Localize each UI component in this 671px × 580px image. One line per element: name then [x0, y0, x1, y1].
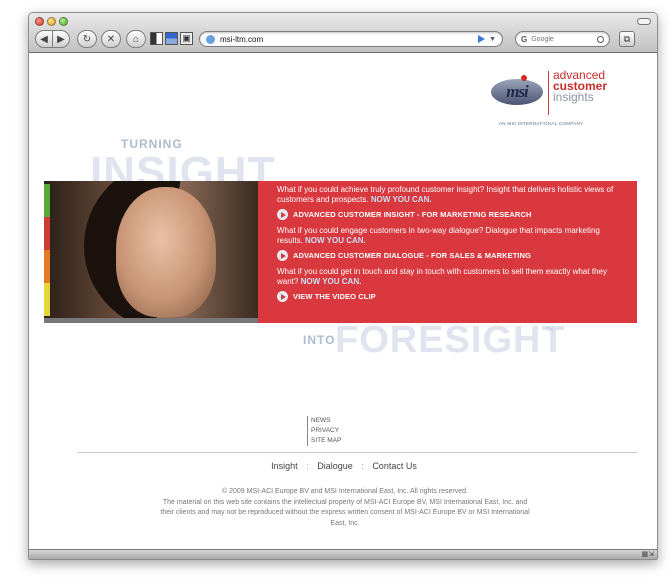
url-text[interactable]: msi-ltm.com: [220, 35, 478, 44]
now-you-can-cta: NOW YOU CAN.: [370, 195, 432, 204]
status-bar: ▦⇲: [29, 549, 657, 559]
dialogue-link[interactable]: ADVANCED CUSTOMER DIALOGUE - FOR SALES &…: [277, 250, 627, 261]
reload-icon: ↻: [82, 33, 92, 45]
color-strips: [44, 184, 50, 316]
site-favicon-icon: [206, 34, 215, 44]
add-bookmark-button[interactable]: ⧉: [619, 31, 635, 47]
woman-portrait-photo: [44, 181, 258, 323]
hero-into-label: INTO: [303, 333, 336, 347]
forward-button[interactable]: ▶: [52, 30, 70, 48]
dialogue-link-label[interactable]: ADVANCED CUSTOMER DIALOGUE - FOR SALES &…: [293, 251, 531, 261]
copyright-line: © 2009 MSI-ACI Europe BV and MSI Interna…: [222, 488, 468, 495]
strip-green: [44, 184, 50, 217]
zoom-window-button[interactable]: [59, 17, 68, 26]
close-window-button[interactable]: [35, 17, 44, 26]
utility-links: NEWS PRIVACY SITE MAP: [307, 416, 341, 446]
strip-yellow: [44, 283, 50, 316]
home-icon: ⌂: [132, 33, 140, 45]
forward-arrow-icon: ▶: [57, 33, 65, 45]
arrow-right-icon: [277, 250, 288, 261]
banner-text-panel: What if you could achieve truly profound…: [258, 181, 637, 323]
hero-foresight-heading: FORESIGHT: [335, 319, 566, 361]
video-clip-link[interactable]: VIEW THE VIDEO CLIP: [277, 291, 627, 302]
news-link[interactable]: NEWS: [311, 416, 341, 426]
logo-tagline: AN MSI INTERNATIONAL COMPANY: [499, 121, 584, 126]
stop-icon: ✕: [106, 33, 116, 45]
logo-wordmark: advanced customer insights: [553, 69, 607, 104]
bookmarks-icon[interactable]: [165, 32, 178, 45]
minimize-window-button[interactable]: [47, 17, 56, 26]
browser-toolbar: ◀ ▶ ↻ ✕ ⌂ ▣ msi-ltm.com ▼ G ⧉: [29, 13, 657, 53]
portrait-face: [116, 187, 216, 317]
search-box[interactable]: G: [515, 31, 610, 47]
now-you-can-cta: NOW YOU CAN.: [300, 277, 362, 286]
insight-link-label[interactable]: ADVANCED CUSTOMER INSIGHT - FOR MARKETIN…: [293, 210, 531, 220]
logo-divider: [548, 71, 549, 115]
copyright-notice: © 2009 MSI-ACI Europe BV and MSI Interna…: [157, 487, 533, 529]
logo-line-insights: insights: [553, 90, 594, 104]
now-you-can-cta: NOW YOU CAN.: [305, 236, 366, 245]
nav-separator: :: [361, 461, 364, 471]
search-input[interactable]: [531, 35, 584, 43]
nav-insight-link[interactable]: Insight: [271, 461, 298, 471]
window-view-icon[interactable]: [150, 32, 163, 45]
nav-dialogue-link[interactable]: Dialogue: [317, 461, 353, 471]
resize-grip-icon[interactable]: ▦⇲: [642, 550, 654, 558]
home-button[interactable]: ⌂: [126, 30, 146, 48]
insight-link[interactable]: ADVANCED CUSTOMER INSIGHT - FOR MARKETIN…: [277, 209, 627, 220]
strip-orange: [44, 250, 50, 283]
banner-question-3: What if you could get in touch and stay …: [277, 267, 607, 286]
privacy-link[interactable]: PRIVACY: [311, 426, 341, 436]
banner-question-1: What if you could achieve truly profound…: [277, 185, 614, 204]
chevron-down-icon[interactable]: ▼: [489, 36, 496, 43]
msi-aci-logo[interactable]: msi advanced customer insights AN MSI IN…: [491, 67, 611, 127]
go-arrow-icon[interactable]: [478, 35, 486, 43]
legal-text: The material on this web site contains t…: [160, 498, 530, 527]
footer-nav: Insight : Dialogue : Contact Us: [29, 461, 657, 471]
site-map-link[interactable]: SITE MAP: [311, 436, 341, 446]
footer-divider: [77, 452, 637, 453]
browser-window: ◀ ▶ ↻ ✕ ⌂ ▣ msi-ltm.com ▼ G ⧉ msi advanc…: [28, 12, 658, 560]
logo-dot: [521, 75, 527, 81]
hero-banner: What if you could achieve truly profound…: [44, 181, 637, 325]
arrow-right-icon: [277, 209, 288, 220]
arrow-right-icon: [277, 291, 288, 302]
banner-question-2: What if you could engage customers in tw…: [277, 226, 600, 245]
address-bar[interactable]: msi-ltm.com ▼: [199, 31, 503, 47]
banner-shadow: [44, 318, 258, 323]
video-clip-link-label[interactable]: VIEW THE VIDEO CLIP: [293, 292, 376, 302]
trademark-mark: TM: [546, 327, 554, 333]
search-engine-icon[interactable]: G: [521, 35, 527, 44]
strip-red: [44, 217, 50, 250]
nav-contact-link[interactable]: Contact Us: [372, 461, 417, 471]
print-icon[interactable]: ▣: [180, 32, 193, 45]
reload-button[interactable]: ↻: [77, 30, 97, 48]
back-arrow-icon: ◀: [40, 33, 48, 45]
nav-separator: :: [306, 461, 309, 471]
back-button[interactable]: ◀: [35, 30, 53, 48]
search-icon[interactable]: [597, 35, 604, 43]
stop-button[interactable]: ✕: [101, 30, 121, 48]
web-page: msi advanced customer insights AN MSI IN…: [29, 54, 657, 551]
toolbar-toggle-button[interactable]: [637, 18, 651, 25]
logo-mark: msi: [491, 79, 543, 105]
